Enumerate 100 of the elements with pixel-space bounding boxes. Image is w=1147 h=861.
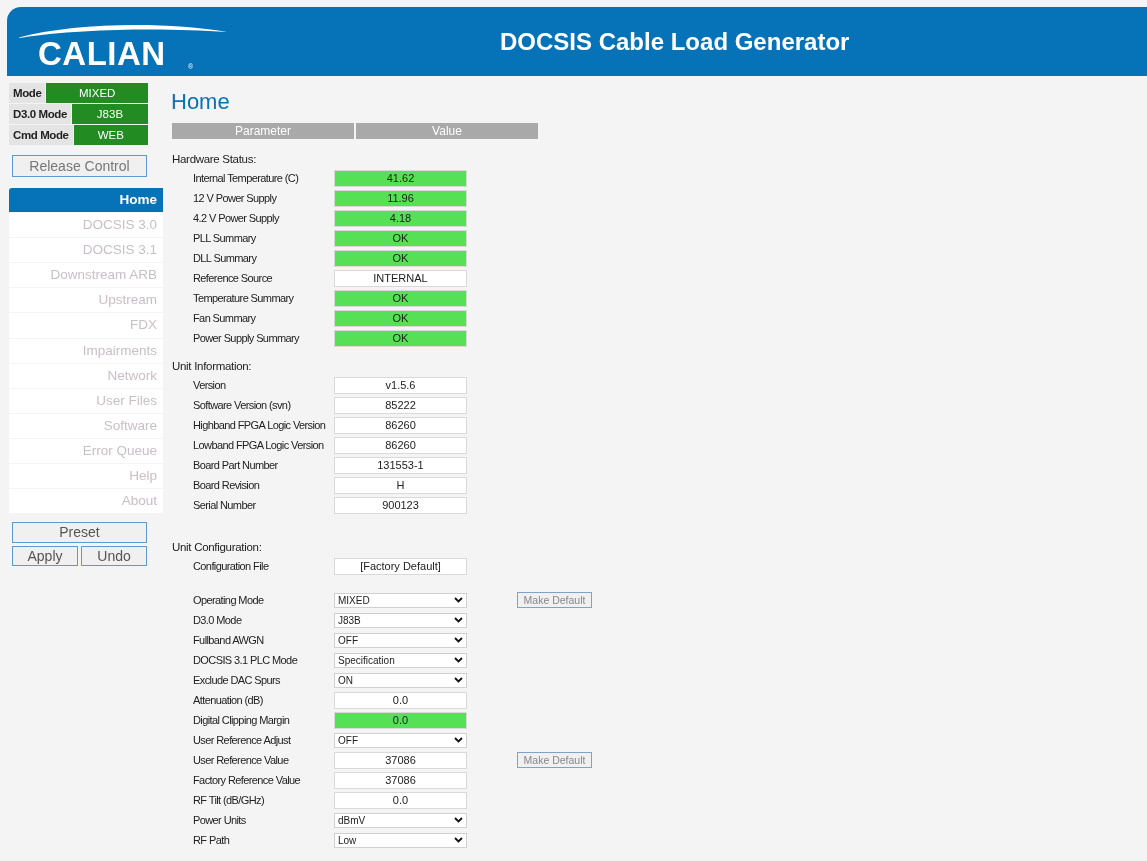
chevron-down-icon bbox=[454, 737, 463, 743]
parameter-label: Board Part Number bbox=[192, 457, 279, 473]
parameter-label: Operating Mode bbox=[192, 592, 265, 608]
parameter-label: D3.0 Mode bbox=[192, 612, 243, 628]
value-field: INTERNAL bbox=[334, 269, 467, 287]
value-field: 86260 bbox=[334, 416, 467, 434]
value-field: 0.0 bbox=[334, 691, 467, 709]
parameter-label: DLL Summary bbox=[192, 250, 258, 266]
value-field: OK bbox=[334, 309, 467, 327]
parameter-label: Lowband FPGA Logic Version bbox=[192, 437, 325, 453]
parameter-label: Fullband AWGN bbox=[192, 632, 265, 648]
value-field: OK bbox=[334, 329, 467, 347]
nav-item[interactable]: DOCSIS 3.1 bbox=[9, 238, 163, 263]
nav-item[interactable]: Network bbox=[9, 363, 163, 388]
value-field: OK bbox=[334, 289, 467, 307]
dropdown[interactable]: dBmV bbox=[334, 812, 467, 828]
nav-item[interactable]: Help bbox=[9, 464, 163, 489]
value-field: OK bbox=[334, 249, 467, 267]
parameter-label: Attenuation (dB) bbox=[192, 692, 264, 708]
make-default-button[interactable]: Make Default bbox=[517, 592, 592, 608]
dropdown[interactable]: J83B bbox=[334, 612, 467, 628]
nav-item[interactable]: DOCSIS 3.0 bbox=[9, 213, 163, 238]
parameter-label: 4.2 V Power Supply bbox=[192, 210, 281, 226]
value-field: 86260 bbox=[334, 436, 467, 454]
chevron-down-icon bbox=[454, 677, 463, 683]
chevron-down-icon bbox=[454, 837, 463, 843]
nav-item[interactable]: About bbox=[9, 489, 163, 514]
value-field: 37086 bbox=[334, 771, 467, 789]
chevron-down-icon bbox=[454, 657, 463, 663]
status-label: Cmd Mode bbox=[9, 125, 73, 145]
app-title: DOCSIS Cable Load Generator bbox=[500, 26, 850, 57]
parameter-label: Factory Reference Value bbox=[192, 772, 302, 788]
value-field: OK bbox=[334, 229, 467, 247]
status-value: MIXED bbox=[46, 83, 148, 103]
value-field: 0.0 bbox=[334, 791, 467, 809]
dropdown[interactable]: MIXED bbox=[334, 592, 467, 608]
release-control-button[interactable]: Release Control bbox=[12, 155, 147, 177]
undo-button[interactable]: Undo bbox=[81, 546, 147, 567]
nav-item[interactable]: Upstream bbox=[9, 288, 163, 313]
parameter-label: DOCSIS 3.1 PLC Mode bbox=[192, 652, 299, 668]
make-default-button[interactable]: Make Default bbox=[517, 752, 592, 768]
nav-item[interactable]: Home bbox=[9, 188, 163, 213]
parameter-label: User Reference Adjust bbox=[192, 732, 292, 748]
section-heading: Hardware Status: bbox=[171, 152, 258, 167]
logo-text: CALIAN bbox=[38, 36, 166, 72]
chevron-down-icon bbox=[454, 637, 463, 643]
parameter-label: Software Version (svn) bbox=[192, 397, 292, 413]
parameter-label: Digital Clipping Margin bbox=[192, 712, 291, 728]
value-field: 37086 bbox=[334, 751, 467, 769]
status-value: WEB bbox=[73, 125, 148, 145]
dropdown[interactable]: OFF bbox=[334, 732, 467, 748]
value-field: v1.5.6 bbox=[334, 376, 467, 394]
apply-button[interactable]: Apply bbox=[12, 546, 78, 567]
parameter-label: Reference Source bbox=[192, 270, 274, 286]
value-field: 0.0 bbox=[334, 711, 467, 729]
chevron-down-icon bbox=[454, 617, 463, 623]
value-field: 900123 bbox=[334, 496, 467, 514]
parameter-label: Temperature Summary bbox=[192, 290, 295, 306]
nav-item[interactable]: FDX bbox=[9, 313, 163, 338]
column-header: Parameter bbox=[172, 123, 354, 139]
nav-item[interactable]: Downstream ARB bbox=[9, 263, 163, 288]
parameter-label: User Reference Value bbox=[192, 752, 290, 768]
parameter-label: 12 V Power Supply bbox=[192, 190, 278, 206]
column-header: Value bbox=[356, 123, 538, 139]
status-value: J83B bbox=[71, 104, 148, 124]
dropdown[interactable]: ON bbox=[334, 672, 467, 688]
value-field: 11.96 bbox=[334, 189, 467, 207]
value-field: [Factory Default] bbox=[334, 557, 467, 575]
parameter-label: Highband FPGA Logic Version bbox=[192, 417, 327, 433]
parameter-label: Power Units bbox=[192, 812, 247, 828]
parameter-label: Internal Temperature (C) bbox=[192, 170, 300, 186]
parameter-label: Version bbox=[192, 377, 227, 393]
parameter-label: Board Revision bbox=[192, 477, 261, 493]
value-field: 85222 bbox=[334, 396, 467, 414]
nav-item[interactable]: Impairments bbox=[9, 338, 163, 363]
parameter-label: Power Supply Summary bbox=[192, 330, 301, 346]
value-field: 131553-1 bbox=[334, 456, 467, 474]
dropdown[interactable]: OFF bbox=[334, 632, 467, 648]
nav-item[interactable]: Error Queue bbox=[9, 438, 163, 464]
status-label: Mode bbox=[9, 83, 46, 103]
value-field: 41.62 bbox=[334, 169, 467, 187]
page-title: Home bbox=[170, 88, 231, 116]
value-field: H bbox=[334, 476, 467, 494]
value-field: 4.18 bbox=[334, 209, 467, 227]
section-heading: Unit Information: bbox=[171, 359, 253, 374]
dropdown[interactable]: Low bbox=[334, 832, 467, 848]
parameter-label: Serial Number bbox=[192, 497, 257, 513]
parameter-label: RF Tilt (dB/GHz) bbox=[192, 792, 266, 808]
parameter-label: RF Path bbox=[192, 832, 231, 848]
dropdown[interactable]: Specification bbox=[334, 652, 467, 668]
section-heading: Unit Configuration: bbox=[171, 540, 263, 555]
parameter-label: Fan Summary bbox=[192, 310, 257, 326]
nav-item[interactable]: User Files bbox=[9, 388, 163, 413]
chevron-down-icon bbox=[454, 597, 463, 603]
status-label: D3.0 Mode bbox=[9, 104, 71, 124]
parameter-label: PLL Summary bbox=[192, 230, 257, 246]
chevron-down-icon bbox=[454, 817, 463, 823]
nav-item[interactable]: Software bbox=[9, 413, 163, 438]
preset-button[interactable]: Preset bbox=[12, 522, 147, 544]
parameter-label: Configuration File bbox=[192, 558, 270, 574]
